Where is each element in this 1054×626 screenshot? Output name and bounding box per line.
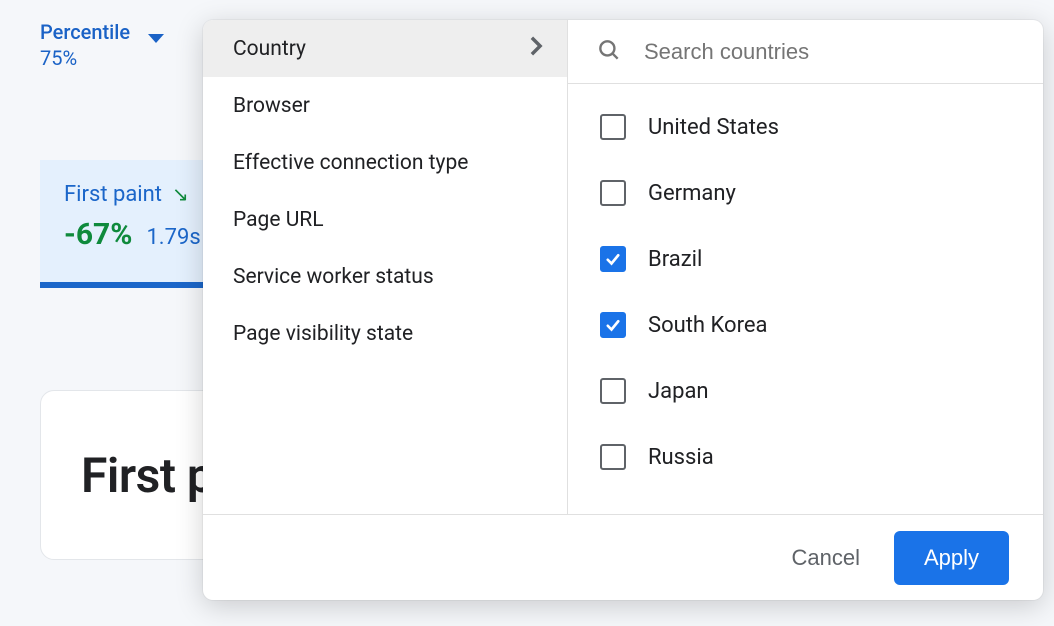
filter-option-item[interactable]: United States <box>568 94 1043 160</box>
chevron-down-icon <box>148 34 164 43</box>
filter-option-item[interactable]: Germany <box>568 160 1043 226</box>
metric-name: First paint <box>64 182 162 207</box>
filter-category-label: Page URL <box>233 208 324 232</box>
filter-modal-footer: Cancel Apply <box>203 514 1043 600</box>
filter-option-label: United States <box>648 115 779 140</box>
filter-category-label: Browser <box>233 94 310 118</box>
filter-option-label: Germany <box>648 181 736 206</box>
filter-category-label: Effective connection type <box>233 151 468 175</box>
apply-button[interactable]: Apply <box>894 531 1009 585</box>
filter-category-list: Country Browser Effective connection type P… <box>203 20 568 514</box>
headline-left-fragment: First p <box>81 447 213 504</box>
checkbox-icon[interactable] <box>600 444 626 470</box>
checkbox-checked-icon[interactable] <box>600 246 626 272</box>
filter-option-label: South Korea <box>648 313 767 338</box>
cancel-button[interactable]: Cancel <box>791 545 859 571</box>
percentile-dropdown[interactable]: Percentile 75% <box>40 20 164 70</box>
filter-category-label: Page visibility state <box>233 322 413 346</box>
filter-category-item[interactable]: Page URL <box>203 191 567 248</box>
filter-modal: Country Browser Effective connection type P… <box>203 20 1043 600</box>
trend-down-icon: ↘ <box>172 182 189 206</box>
filter-category-label: Service worker status <box>233 265 434 289</box>
chevron-right-icon <box>529 35 543 63</box>
filter-option-list: United States Germany Brazil South Korea Jap… <box>568 84 1043 514</box>
filter-category-item[interactable]: Page visibility state <box>203 305 567 362</box>
metric-delta: -67% <box>64 217 132 252</box>
filter-search-input[interactable] <box>644 39 1015 65</box>
checkbox-icon[interactable] <box>600 180 626 206</box>
percentile-value: 75% <box>40 46 130 70</box>
filter-option-item[interactable]: Brazil <box>568 226 1043 292</box>
filter-option-item[interactable]: Russia <box>568 424 1043 490</box>
filter-option-item[interactable]: South Korea <box>568 292 1043 358</box>
filter-category-label: Country <box>233 37 306 61</box>
filter-search-row <box>568 20 1043 84</box>
filter-option-label: Brazil <box>648 247 702 272</box>
search-icon <box>596 37 622 67</box>
filter-category-item[interactable]: Country <box>203 20 567 77</box>
filter-option-label: Japan <box>648 379 709 404</box>
filter-option-label: Russia <box>648 445 714 470</box>
percentile-label: Percentile <box>40 20 130 44</box>
metric-time: 1.79s <box>146 225 200 250</box>
filter-category-item[interactable]: Service worker status <box>203 248 567 305</box>
filter-options-panel: United States Germany Brazil South Korea Jap… <box>568 20 1043 514</box>
checkbox-icon[interactable] <box>600 114 626 140</box>
filter-option-item[interactable]: Japan <box>568 358 1043 424</box>
checkbox-checked-icon[interactable] <box>600 312 626 338</box>
filter-category-item[interactable]: Browser <box>203 77 567 134</box>
filter-category-item[interactable]: Effective connection type <box>203 134 567 191</box>
checkbox-icon[interactable] <box>600 378 626 404</box>
